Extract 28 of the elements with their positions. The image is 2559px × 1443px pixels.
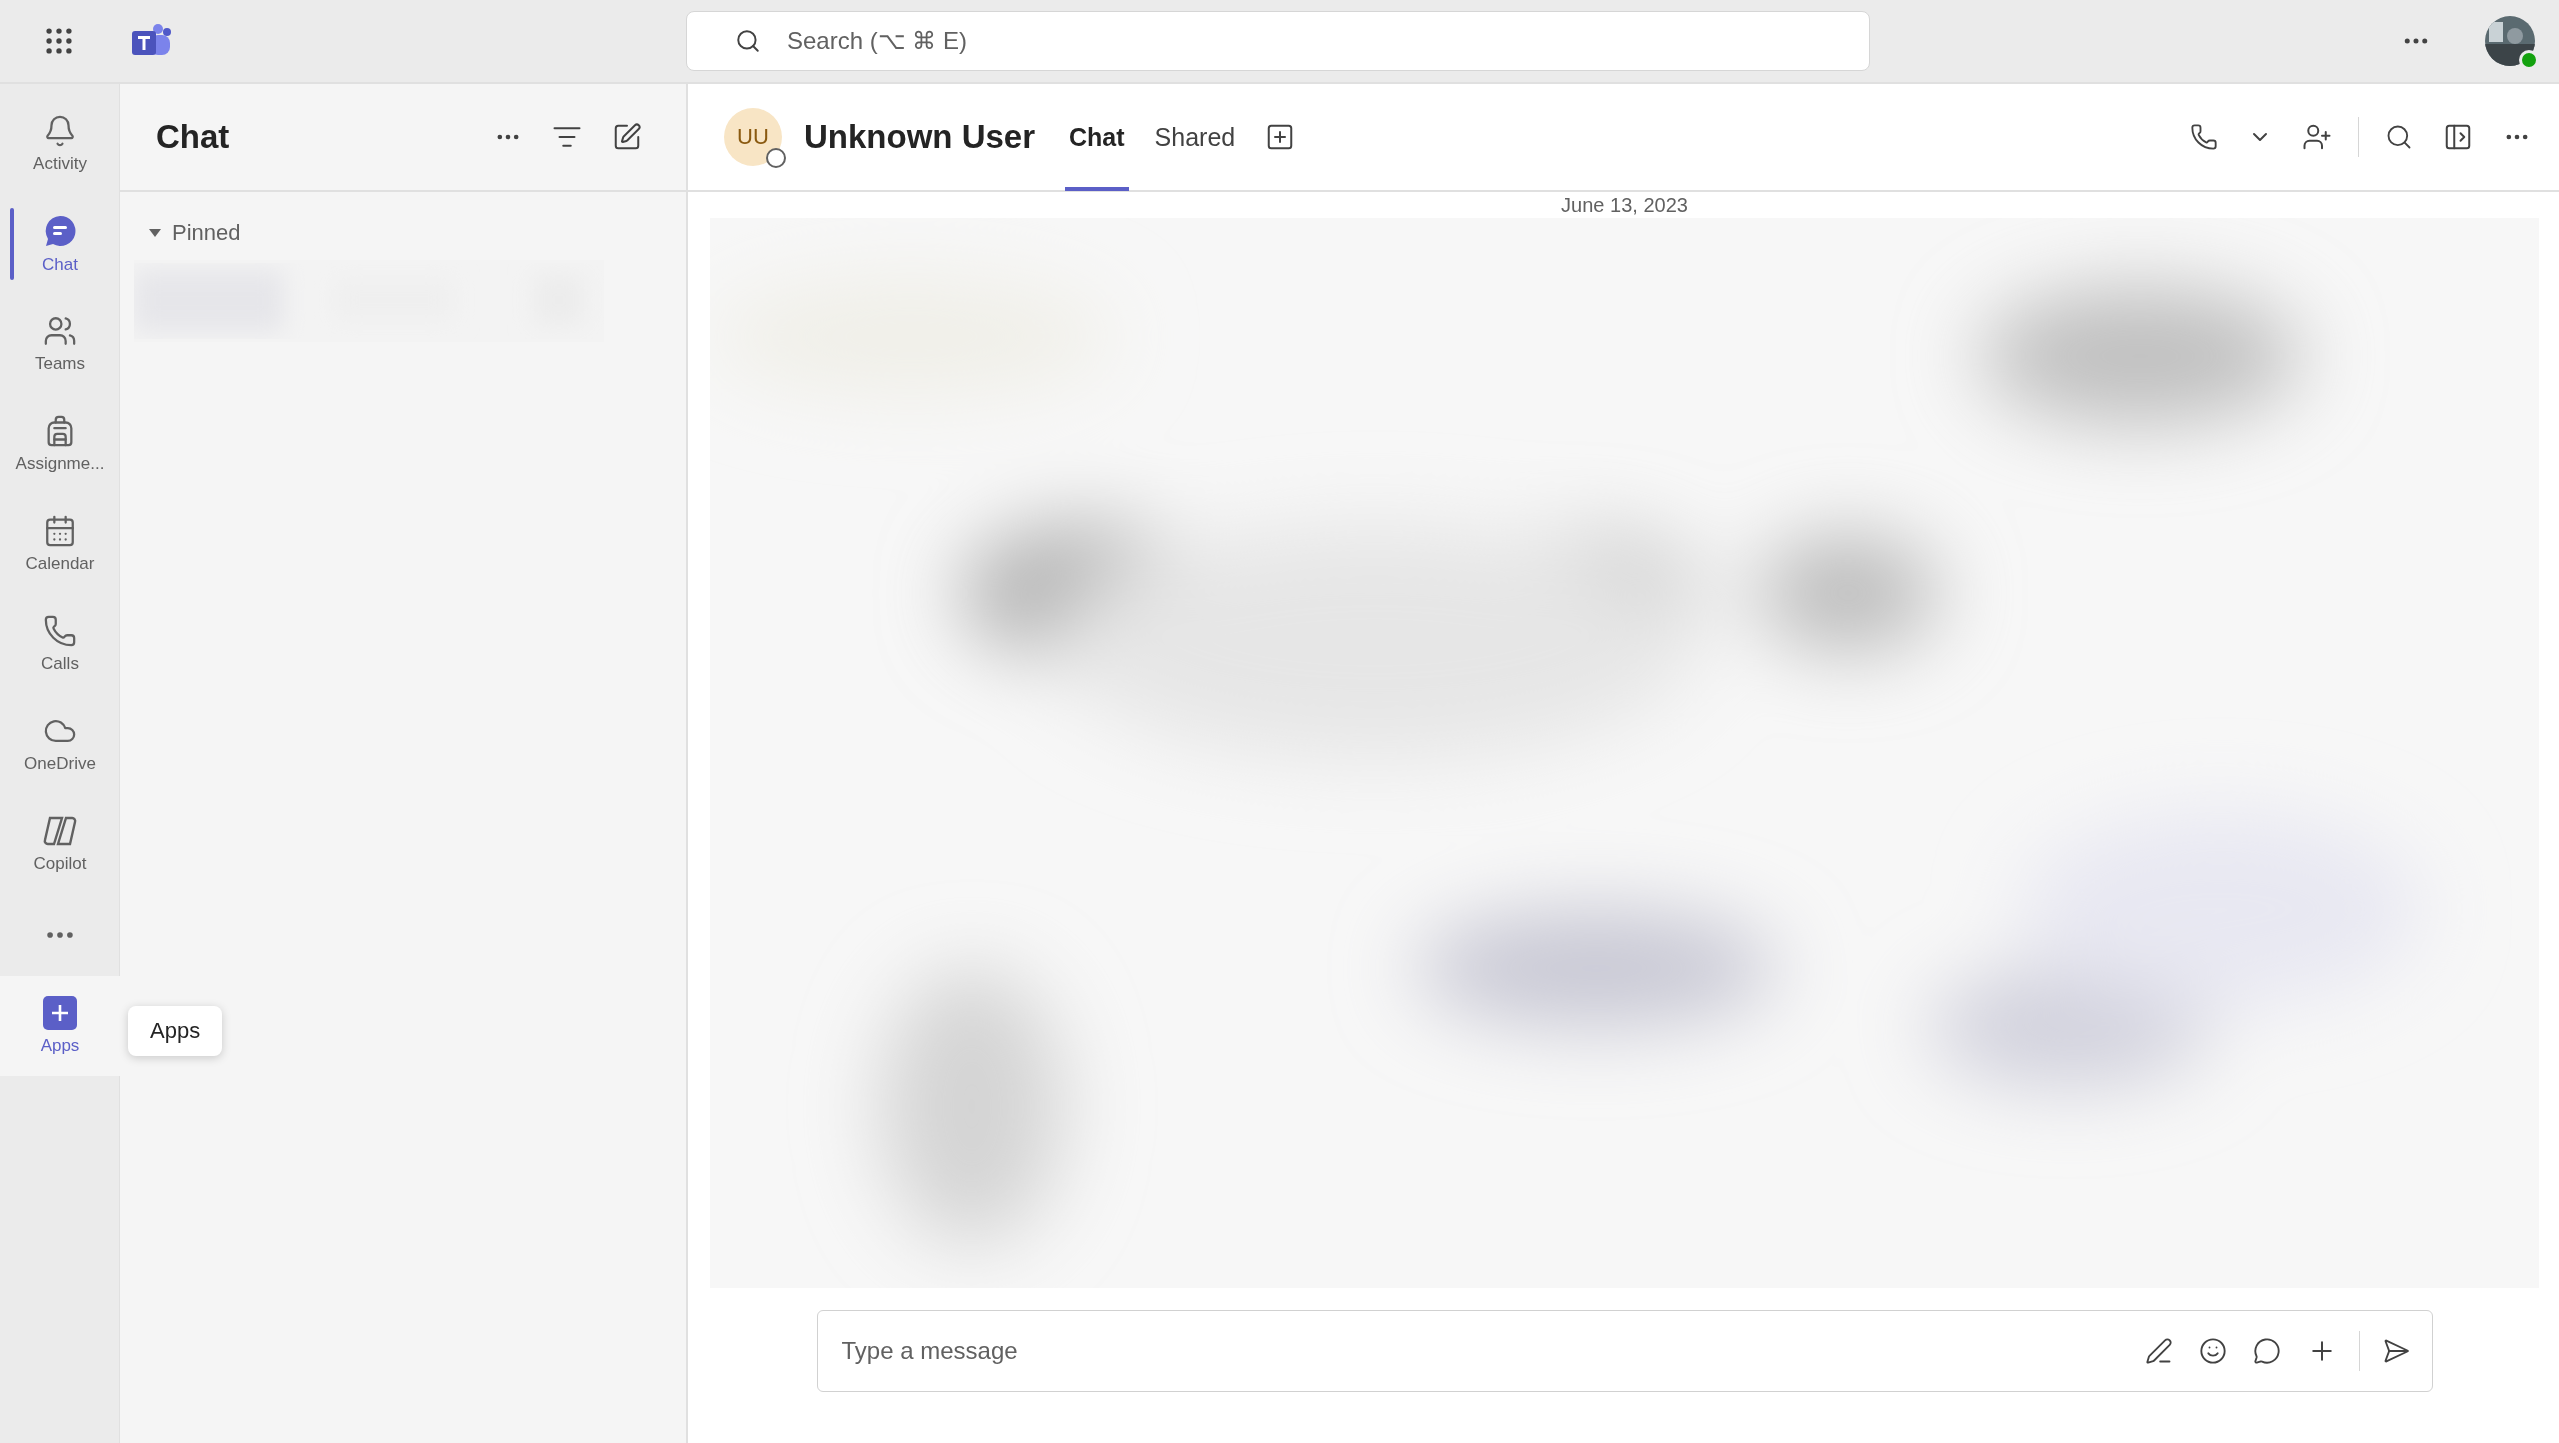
copilot-icon <box>42 814 78 848</box>
contact-name: Unknown User <box>804 118 1036 156</box>
tab[interactable]: Chat <box>1065 83 1129 191</box>
selection-indicator <box>10 208 14 280</box>
search-field[interactable]: Search (⌥ ⌘ E) <box>785 26 1869 56</box>
rail-item[interactable]: OneDrive <box>0 694 120 794</box>
rail-item[interactable]: Chat <box>0 194 120 294</box>
section-header[interactable]: Pinned <box>142 216 247 250</box>
search-icon <box>735 28 761 54</box>
tab[interactable]: Shared <box>1150 83 1240 191</box>
rail-item[interactable]: Apps <box>0 976 120 1076</box>
rail-item[interactable]: Assignme... <box>0 394 120 494</box>
message-composer[interactable]: Type a message <box>816 1310 2433 1392</box>
tooltip: Apps <box>128 1006 223 1056</box>
rail-item[interactable]: Teams <box>0 294 120 394</box>
calendar-icon <box>43 514 77 548</box>
people-icon <box>43 314 77 348</box>
plus-square-icon <box>43 996 77 1030</box>
panel-title: Chat <box>156 118 231 156</box>
status-badge <box>766 148 786 168</box>
date-divider: June 13, 2023 <box>1561 193 1688 216</box>
rail-item[interactable]: Calls <box>0 594 120 694</box>
bell-icon <box>43 114 77 148</box>
search-box[interactable]: Search (⌥ ⌘ E) <box>686 11 1870 71</box>
phone-icon <box>43 614 77 648</box>
rail-item[interactable]: Activity <box>0 94 120 194</box>
rail-item[interactable]: Calendar <box>0 494 120 594</box>
rail-item[interactable]: Copilot <box>0 794 120 894</box>
